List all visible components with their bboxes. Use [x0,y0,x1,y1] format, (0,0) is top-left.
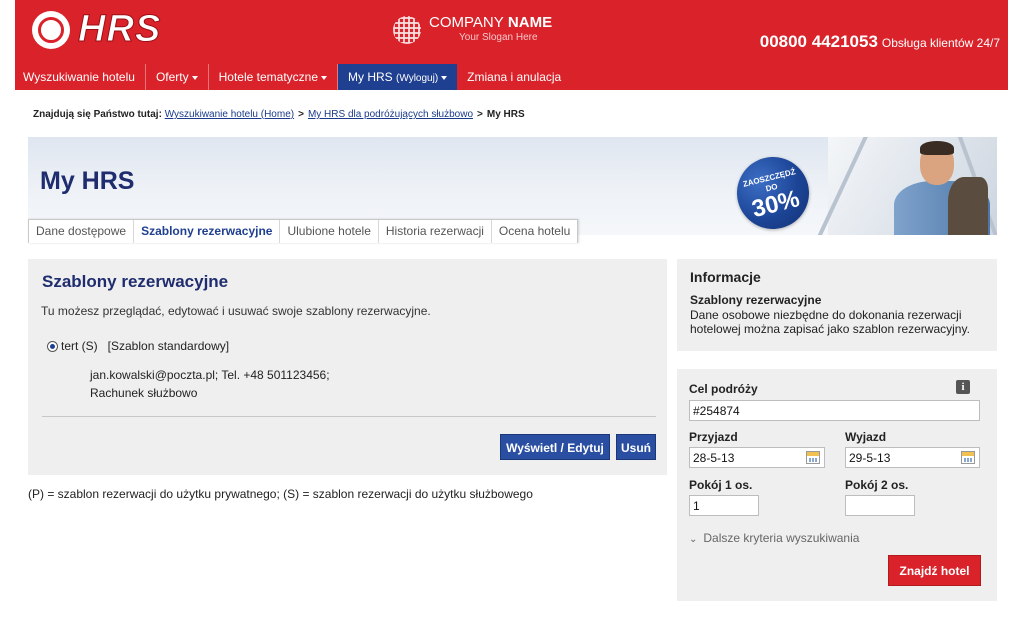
room1-label: Pokój 1 os. [689,478,753,492]
breadcrumb-link-business[interactable]: My HRS dla podróżujących służbowo [308,109,473,120]
banner-photo [810,137,997,235]
template-name: tert (S) [61,339,98,353]
chevron-down-icon [321,75,328,80]
account-tabs: Dane dostępowe Szablony rezerwacyjne Ulu… [28,219,579,243]
template-contact: jan.kowalski@poczta.pl; Tel. +48 5011234… [90,368,330,382]
support-phone: 00800 4421053 Obsługa klientów 24/7 [759,32,1000,51]
tab-hotel-rating[interactable]: Ocena hotelu [492,220,577,243]
room2-label: Pokój 2 os. [845,478,909,492]
breadcrumb-current: My HRS [486,109,525,120]
hotel-search-panel: Cel podróży i Przyjazd Wyjazd Pokój 1 os… [677,369,997,601]
more-criteria-toggle[interactable]: ⌄ Dalsze kryteria wyszukiwania [689,531,859,545]
info-subtitle: Szablony rezerwacyjne [690,293,822,307]
breadcrumb-link-home[interactable]: Wyszukiwanie hotelu (Home) [165,109,294,120]
delete-button[interactable]: Usuń [616,434,656,460]
template-account: Rachunek służbowo [90,386,198,400]
destination-input[interactable] [689,400,980,421]
hrs-logo[interactable]: HRS [32,8,192,52]
chevron-down-icon [191,75,198,80]
info-title: Informacje [690,269,761,285]
nav-item-offers[interactable]: Oferty [146,64,209,90]
template-type: [Szablon standardowy] [107,339,230,353]
chevron-down-icon [441,75,448,80]
globe-icon [393,16,421,44]
room1-input[interactable] [689,495,759,516]
tab-booking-history[interactable]: Historia rezerwacji [379,220,492,243]
logo-text: HRS [77,8,162,51]
find-hotel-button[interactable]: Znajdź hotel [888,555,981,586]
chevron-down-icon: ⌄ [689,534,698,545]
nav-item-hotel-search[interactable]: Wyszukiwanie hotelu [15,64,146,90]
departure-label: Wyjazd [845,430,887,444]
destination-label: Cel podróży [689,382,758,396]
calendar-icon[interactable] [806,451,820,464]
template-radio[interactable] [47,340,58,352]
arrival-label: Przyjazd [689,430,738,444]
tab-access-data[interactable]: Dane dostępowe [29,220,135,243]
room2-input[interactable] [845,495,915,516]
company-name: COMPANY NAME [429,14,553,31]
departure-date-input[interactable] [845,447,980,468]
tab-favourite-hotels[interactable]: Ulubione hotele [280,220,379,243]
divider [42,416,656,417]
nav-item-change-cancel[interactable]: Zmiana i anulacja [457,64,571,90]
templates-panel: Szablony rezerwacyjne Tu możesz przegląd… [28,259,667,475]
calendar-icon[interactable] [961,451,975,464]
info-icon[interactable]: i [956,380,970,394]
nav-item-my-hrs[interactable]: My HRS (Wyloguj) [338,64,458,90]
tab-booking-templates[interactable]: Szablony rezerwacyjne [134,220,281,243]
arrival-date-input[interactable] [689,447,825,468]
savings-badge[interactable]: ZAOSZCZĘDŹ DO 30% [729,149,817,235]
info-panel: Informacje Szablony rezerwacyjne Dane os… [677,259,997,351]
company-slogan: Your Slogan Here [459,32,538,43]
main-nav: Wyszukiwanie hotelu Oferty Hotele tematy… [15,64,571,90]
company-logo: COMPANY NAME Your Slogan Here [393,12,593,48]
template-legend: (P) = szablon rezerwacji do użytku prywa… [28,487,533,501]
section-description: Tu możesz przeglądać, edytować i usuwać … [41,304,431,318]
template-item[interactable]: tert (S) [Szablon standardowy] [47,339,229,353]
info-text: Dane osobowe niezbędne do dokonania reze… [690,308,970,336]
breadcrumb-label: Znajdują się Państwo tutaj: [33,109,162,120]
breadcrumb: Znajdują się Państwo tutaj: Wyszukiwanie… [33,109,525,120]
section-title: Szablony rezerwacyjne [42,272,229,291]
nav-item-theme-hotels[interactable]: Hotele tematyczne [209,64,339,90]
page-title: My HRS [40,167,135,195]
view-edit-button[interactable]: Wyświetl / Edytuj [500,434,610,460]
hrs-logo-icon [32,11,70,49]
